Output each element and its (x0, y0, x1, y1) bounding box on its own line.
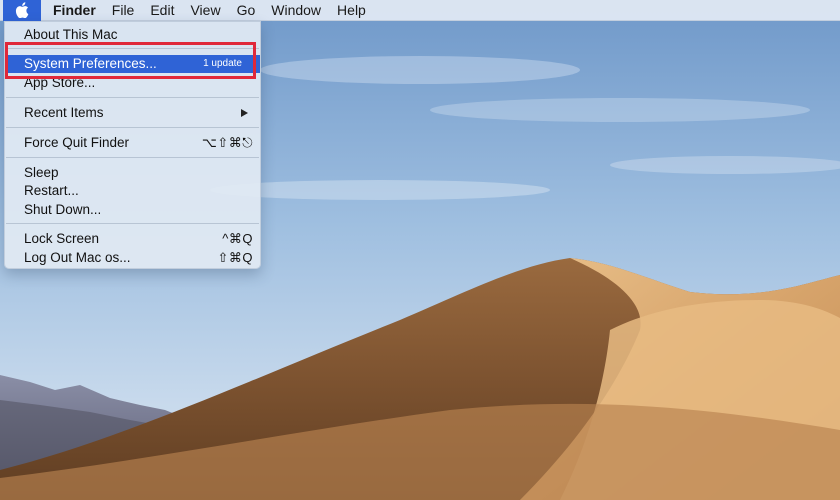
menu-item-label: App Store... (24, 75, 96, 90)
menu-item-recent-items[interactable]: Recent Items (5, 104, 260, 122)
menu-item-app-store[interactable]: App Store... (5, 74, 260, 92)
menu-item-label: Recent Items (24, 105, 104, 120)
menu-item-force-quit[interactable]: Force Quit Finder ⌥⇧⌘⎋ (5, 134, 260, 152)
menu-item-about-this-mac[interactable]: About This Mac (5, 26, 260, 44)
menu-item-shut-down[interactable]: Shut Down... (5, 201, 260, 219)
menu-item-label: Lock Screen (24, 231, 100, 246)
menu-item-label: Log Out Mac os... (24, 250, 131, 265)
menu-item-label: Shut Down... (24, 202, 102, 217)
apple-logo-icon (15, 2, 29, 18)
desktop: Finder File Edit View Go Window Help Abo… (0, 0, 840, 500)
menu-item-label: System Preferences... (24, 56, 157, 71)
menu-go[interactable]: Go (229, 0, 264, 21)
menu-finder[interactable]: Finder (49, 0, 104, 21)
menu-help[interactable]: Help (329, 0, 374, 21)
menu-item-restart[interactable]: Restart... (5, 182, 260, 200)
menu-separator (6, 127, 259, 128)
menu-file[interactable]: File (104, 0, 143, 21)
menu-item-label: About This Mac (24, 27, 118, 42)
menu-separator (6, 97, 259, 98)
menu-window[interactable]: Window (263, 0, 329, 21)
menu-item-label: Force Quit Finder (24, 135, 130, 150)
menu-item-system-preferences[interactable]: System Preferences... 1 update (5, 55, 260, 73)
menu-separator (6, 48, 259, 49)
submenu-arrow-icon (241, 109, 248, 117)
menu-bar: Finder File Edit View Go Window Help (0, 0, 840, 21)
menu-item-log-out[interactable]: Log Out Mac os... ⇧⌘Q (5, 249, 260, 267)
keyboard-shortcut: ⇧⌘Q (217, 250, 253, 265)
menu-edit[interactable]: Edit (142, 0, 182, 21)
keyboard-shortcut: ^⌘Q (222, 231, 253, 246)
menu-item-lock-screen[interactable]: Lock Screen ^⌘Q (5, 230, 260, 248)
menu-item-label: Restart... (24, 183, 79, 198)
apple-menu-button[interactable] (3, 0, 41, 21)
menu-item-sleep[interactable]: Sleep (5, 164, 260, 182)
menu-separator (6, 223, 259, 224)
update-badge: 1 update (203, 58, 242, 69)
menu-view[interactable]: View (182, 0, 228, 21)
menu-item-label: Sleep (24, 165, 59, 180)
apple-menu-dropdown: About This Mac System Preferences... 1 u… (4, 21, 261, 269)
keyboard-shortcut: ⌥⇧⌘⎋ (201, 135, 253, 150)
menu-separator (6, 157, 259, 158)
